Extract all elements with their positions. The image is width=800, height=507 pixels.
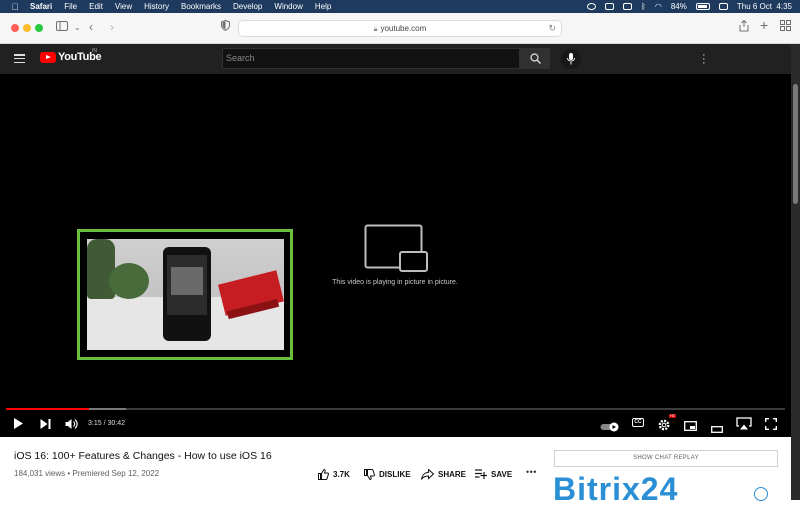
ad-info-icon[interactable] bbox=[754, 487, 768, 501]
menu-bookmarks[interactable]: Bookmarks bbox=[181, 2, 221, 11]
like-button[interactable]: 3.7K bbox=[318, 469, 350, 480]
thumbs-down-icon bbox=[364, 469, 375, 480]
tab-overview-icon[interactable] bbox=[780, 20, 791, 34]
video-player[interactable]: This video is playing in picture in pict… bbox=[0, 74, 791, 437]
dislike-button[interactable]: DISLIKE bbox=[364, 469, 411, 480]
video-title: iOS 16: 100+ Features & Changes - How to… bbox=[14, 450, 272, 462]
save-button[interactable]: SAVE bbox=[475, 469, 512, 479]
menu-edit[interactable]: Edit bbox=[89, 2, 103, 11]
menu-develop[interactable]: Develop bbox=[233, 2, 262, 11]
stats-icon[interactable] bbox=[623, 3, 633, 10]
privacy-shield-icon[interactable] bbox=[221, 19, 230, 34]
show-chat-replay-button[interactable]: SHOW CHAT REPLAY bbox=[554, 450, 778, 467]
settings-more-icon[interactable]: · · · bbox=[702, 50, 706, 69]
theater-mode-icon bbox=[711, 426, 723, 433]
save-label: SAVE bbox=[491, 469, 513, 479]
menubar-datetime[interactable]: Thu 6 Oct 4:35 bbox=[737, 2, 792, 11]
menu-app-name[interactable]: Safari bbox=[30, 2, 52, 11]
menu-window[interactable]: Window bbox=[274, 2, 302, 11]
safari-toolbar: ⌄ ‹ › 🔒︎ youtube.com ↻ + bbox=[0, 13, 800, 44]
pip-video-window[interactable] bbox=[77, 229, 293, 360]
hd-badge: HD bbox=[669, 414, 677, 418]
playlist-add-icon bbox=[475, 469, 487, 479]
play-button[interactable] bbox=[13, 417, 24, 435]
apple-menu-icon[interactable]:  bbox=[10, 2, 20, 12]
volume-icon bbox=[65, 419, 78, 429]
next-button[interactable] bbox=[40, 417, 51, 435]
more-actions-icon[interactable]: ••• bbox=[526, 467, 537, 477]
forward-button[interactable]: › bbox=[110, 20, 114, 34]
play-icon bbox=[14, 418, 23, 429]
airplay-button[interactable] bbox=[736, 417, 752, 435]
battery-icon[interactable] bbox=[695, 3, 710, 10]
new-tab-icon[interactable]: + bbox=[760, 17, 768, 33]
settings-button[interactable] bbox=[658, 418, 670, 436]
share-label: SHARE bbox=[438, 470, 467, 479]
gear-icon bbox=[658, 419, 670, 431]
subtitles-button[interactable]: CC bbox=[632, 418, 644, 427]
pip-message: This video is playing in picture in pict… bbox=[332, 279, 458, 286]
autoplay-toggle[interactable] bbox=[600, 419, 620, 437]
reload-icon[interactable]: ↻ bbox=[548, 21, 556, 36]
progress-played bbox=[6, 408, 89, 410]
share-arrow-icon bbox=[421, 469, 434, 480]
record-icon[interactable] bbox=[587, 3, 597, 10]
back-button[interactable]: ‹ bbox=[89, 20, 93, 34]
skip-next-icon bbox=[40, 419, 51, 429]
fullscreen-icon bbox=[765, 418, 777, 430]
share-button[interactable]: SHARE bbox=[421, 469, 466, 480]
fullscreen-button[interactable] bbox=[765, 417, 777, 435]
address-bar[interactable]: 🔒︎ youtube.com ↻ bbox=[238, 20, 562, 37]
scrollbar-thumb[interactable] bbox=[793, 84, 798, 204]
pip-video-thumbnail bbox=[87, 239, 284, 350]
display-icon[interactable] bbox=[605, 3, 615, 10]
thumbs-up-icon bbox=[318, 469, 329, 480]
airplay-icon bbox=[736, 417, 752, 430]
autoplay-toggle-icon bbox=[600, 422, 619, 432]
time-display: 3:15 / 30:42 bbox=[88, 420, 125, 427]
share-icon[interactable] bbox=[739, 19, 749, 35]
search-icon bbox=[530, 53, 541, 64]
like-count: 3.7K bbox=[333, 470, 350, 479]
guide-menu-icon[interactable] bbox=[14, 54, 25, 64]
microphone-icon bbox=[567, 53, 575, 65]
close-window-button[interactable] bbox=[11, 24, 19, 32]
sidebar-toggle-icon[interactable] bbox=[56, 20, 68, 34]
minimize-window-button[interactable] bbox=[23, 24, 31, 32]
wifi-icon[interactable]: ◠ bbox=[655, 2, 662, 11]
lock-icon: 🔒︎ bbox=[373, 26, 378, 33]
ad-banner[interactable]: Bitrix24 bbox=[553, 473, 678, 505]
search-button[interactable] bbox=[520, 48, 550, 69]
country-code: IN bbox=[92, 48, 97, 54]
theater-mode-button[interactable] bbox=[711, 420, 723, 438]
airplay-status-icon[interactable] bbox=[718, 3, 728, 10]
menu-help[interactable]: Help bbox=[315, 2, 331, 11]
battery-percent: 84% bbox=[670, 2, 687, 11]
miniplayer-icon bbox=[684, 421, 697, 431]
url-text: youtube.com bbox=[380, 24, 427, 33]
search-input[interactable]: Search bbox=[222, 48, 520, 69]
video-meta: 184,031 views • Premiered Sep 12, 2022 bbox=[14, 469, 160, 478]
dislike-label: DISLIKE bbox=[379, 470, 411, 479]
menu-history[interactable]: History bbox=[144, 2, 169, 11]
fullscreen-window-button[interactable] bbox=[35, 24, 43, 32]
chevron-down-icon[interactable]: ⌄ bbox=[74, 23, 81, 32]
page-scrollbar[interactable] bbox=[791, 44, 800, 500]
youtube-logo-icon[interactable] bbox=[40, 52, 56, 63]
youtube-header: YouTube IN Search · · · bbox=[0, 44, 800, 74]
menu-file[interactable]: File bbox=[64, 2, 77, 11]
volume-button[interactable] bbox=[65, 417, 78, 435]
macos-menu-bar:  Safari File Edit View History Bookmark… bbox=[0, 0, 800, 13]
picture-in-picture-icon bbox=[364, 224, 428, 272]
menu-view[interactable]: View bbox=[115, 2, 132, 11]
voice-search-button[interactable] bbox=[561, 49, 581, 69]
miniplayer-button[interactable] bbox=[684, 418, 697, 436]
bluetooth-icon[interactable]: ᛒ bbox=[641, 2, 646, 11]
